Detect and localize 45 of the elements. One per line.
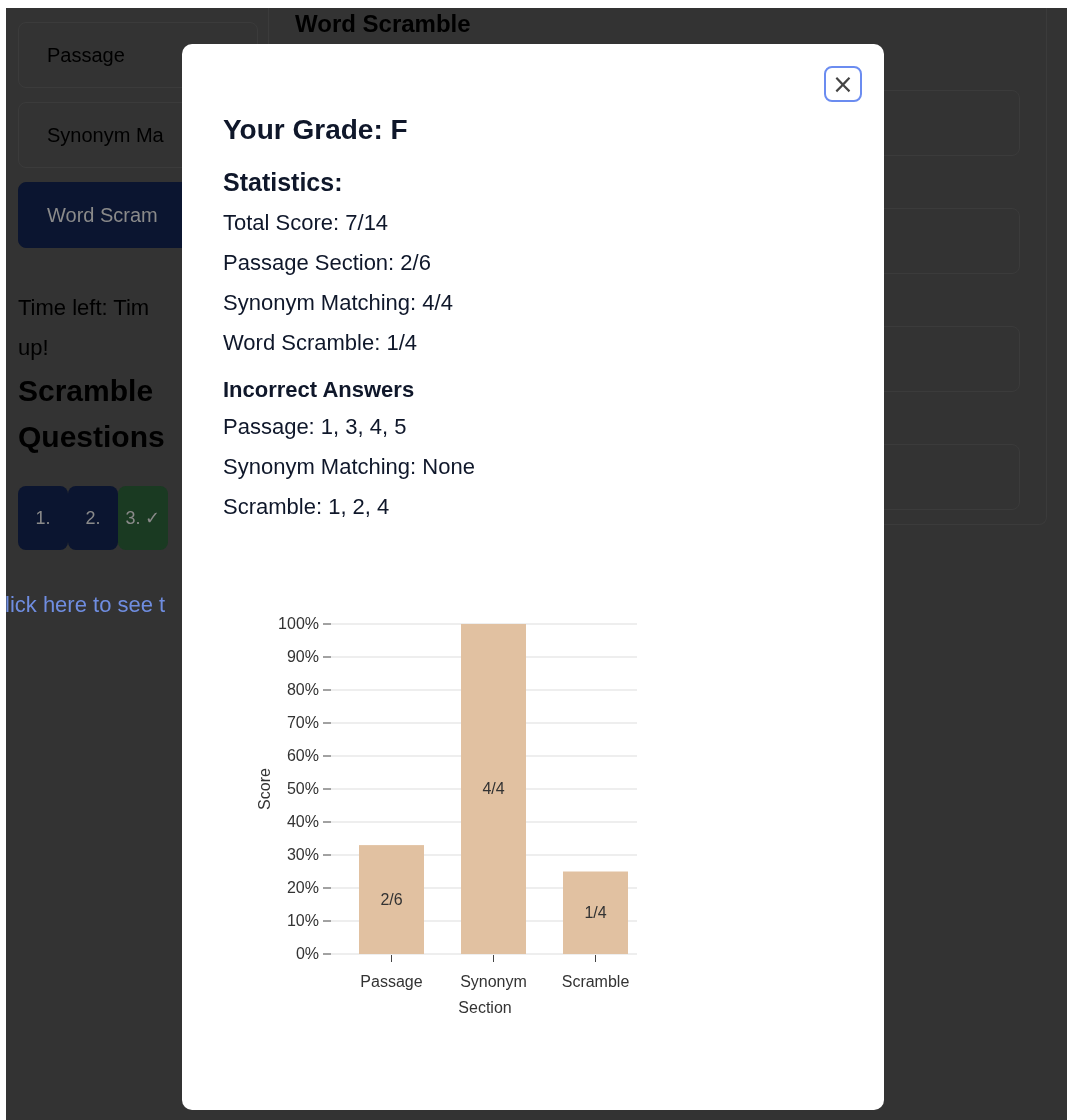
statistic-text: Passage Section: 2/6	[223, 250, 431, 275]
axis-label: 100%	[278, 615, 319, 632]
tick-mark	[322, 854, 332, 856]
axis-label: Scramble	[561, 973, 630, 990]
tick-mark	[322, 656, 332, 658]
tick-mark	[322, 755, 332, 757]
tick-mark	[322, 920, 332, 922]
question-button[interactable]: 1.	[18, 486, 68, 550]
axis-title: Section	[458, 999, 512, 1016]
axis-label: 50%	[286, 780, 319, 797]
axis-label: 70%	[286, 714, 319, 731]
tick-mark	[322, 887, 332, 889]
bar-label: 1/4	[584, 903, 607, 921]
tick-mark	[322, 722, 332, 724]
results-link[interactable]: lick here to see t	[5, 592, 166, 617]
tick-mark	[493, 954, 494, 963]
question-button[interactable]: 2.	[68, 486, 118, 550]
axis-label: 20%	[286, 879, 319, 896]
bar-label: 2/6	[380, 890, 403, 908]
question-button[interactable]: 3. ✓	[118, 486, 168, 550]
tick-mark	[322, 788, 332, 790]
tick-mark	[322, 953, 332, 955]
incorrect-text: Synonym Matching: None	[223, 454, 475, 479]
tick-mark	[322, 821, 332, 823]
tick-mark	[391, 954, 392, 963]
axis-label: 40%	[286, 813, 319, 830]
axis-label: 10%	[286, 912, 319, 929]
axis-label: 60%	[286, 747, 319, 764]
axis-label: 90%	[286, 648, 319, 665]
axis-label: 0%	[295, 945, 319, 962]
tick-mark	[322, 623, 332, 625]
close-button[interactable]: ×	[824, 66, 862, 102]
axis-label: Synonym	[460, 973, 527, 990]
bar-label: 4/4	[482, 780, 505, 797]
tick-mark	[322, 689, 332, 691]
statistic-text: Word Scramble: 1/4	[223, 330, 417, 355]
tick-mark	[595, 954, 596, 963]
statistic-text: Synonym Matching: 4/4	[223, 290, 453, 315]
axis-title: Score	[256, 768, 273, 810]
incorrect-text: Passage: 1, 3, 4, 5	[223, 414, 407, 439]
axis-label: 80%	[286, 681, 319, 698]
incorrect-text: Scramble: 1, 2, 4	[223, 494, 390, 519]
axis-label: 30%	[286, 846, 319, 863]
incorrect-heading: Incorrect Answers	[223, 377, 416, 403]
axis-label: Passage	[360, 973, 423, 990]
